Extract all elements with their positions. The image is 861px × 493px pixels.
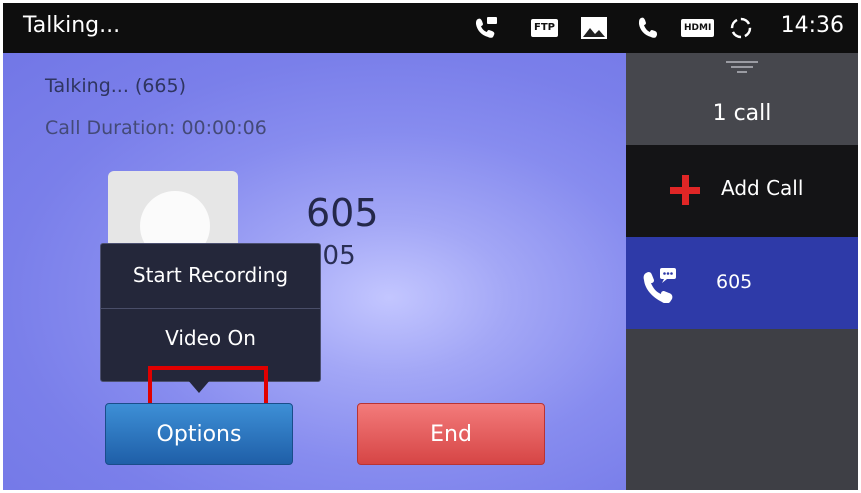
call-duration: Call Duration: 00:00:06	[45, 117, 267, 139]
call-message-icon	[473, 15, 499, 41]
call-list-item[interactable]: 605	[626, 237, 858, 329]
options-popup-menu: Start Recording Video On	[100, 243, 321, 382]
menu-item-video-on[interactable]: Video On	[101, 326, 320, 350]
phone-icon	[636, 15, 660, 41]
options-button[interactable]: Options	[105, 403, 293, 465]
screen: Talking... FTP HDMI 14:36 Talking... (66…	[3, 3, 858, 490]
add-call-label: Add Call	[721, 176, 804, 200]
drag-handle-icon[interactable]	[726, 61, 758, 75]
call-list-panel: 1 call Add Call 605	[626, 53, 858, 490]
calls-count: 1 call	[712, 101, 772, 126]
add-call-button[interactable]: Add Call	[626, 145, 858, 237]
sync-icon	[728, 15, 754, 41]
clock: 14:36	[780, 13, 844, 38]
call-message-icon	[640, 265, 680, 307]
call-status: Talking... (665)	[45, 75, 187, 97]
calls-header: 1 call	[626, 53, 858, 145]
end-call-button[interactable]: End	[357, 403, 545, 465]
image-icon	[579, 15, 609, 41]
plus-icon	[670, 175, 700, 205]
menu-item-start-recording[interactable]: Start Recording	[101, 263, 320, 287]
status-title: Talking...	[23, 13, 121, 38]
call-area: Talking... (665) Call Duration: 00:00:06…	[3, 53, 626, 490]
hdmi-icon: HDMI	[681, 19, 715, 37]
ftp-icon: FTP	[531, 19, 558, 37]
call-item-number: 605	[716, 271, 753, 293]
caller-number: 605	[306, 191, 379, 235]
status-bar: Talking... FTP HDMI 14:36	[3, 3, 858, 53]
menu-divider	[101, 308, 320, 309]
